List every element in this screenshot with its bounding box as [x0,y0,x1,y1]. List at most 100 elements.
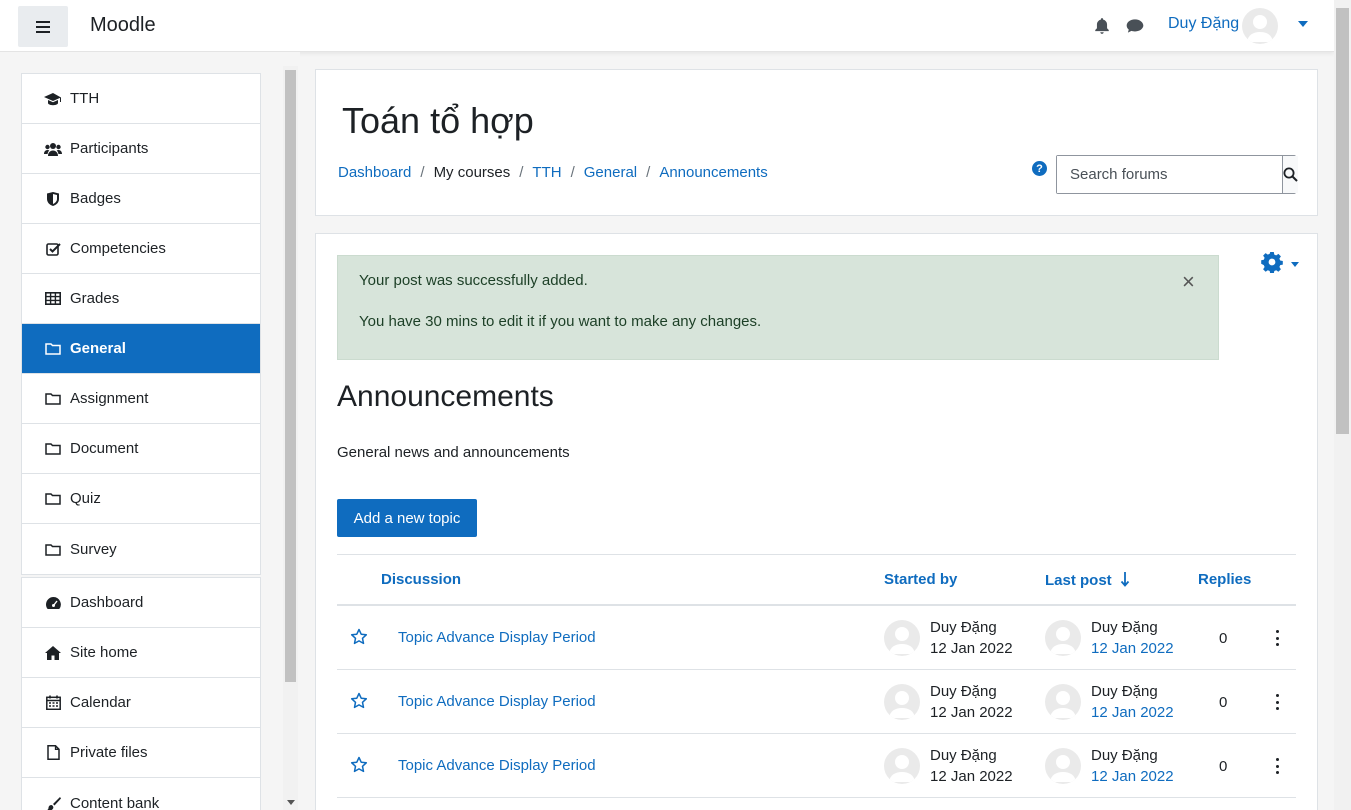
forum-intro: General news and announcements [337,444,570,461]
nav-item-participants[interactable]: Participants [22,124,260,174]
site-brand[interactable]: Moodle [90,14,156,37]
gear-icon[interactable] [1261,251,1283,273]
nav-item-label: Grades [70,290,120,307]
alert-close-button[interactable]: × [1182,271,1195,293]
default-user-icon [1247,15,1273,42]
nav-item-survey[interactable]: Survey [22,524,260,574]
search-button[interactable] [1282,156,1298,193]
breadcrumb-course[interactable]: TTH [532,164,561,181]
nav-item-competencies[interactable]: Competencies [22,224,260,274]
breadcrumb-separator: / [646,164,651,181]
start-date: 12 Jan 2022 [930,704,1013,721]
main-content-card: Your post was successfully added. You ha… [315,233,1318,810]
add-new-topic-button[interactable]: Add a new topic [337,499,477,537]
reply-count: 0 [1219,630,1228,647]
scroll-down-arrow-icon[interactable] [287,800,295,805]
last-poster-name: Duy Đặng [1091,619,1158,636]
folder-icon [44,391,62,407]
discussion-link[interactable]: Topic Advance Display Period [398,757,596,774]
user-avatar[interactable] [1242,8,1278,44]
notifications-bell-icon[interactable] [1093,17,1111,35]
nav-item-label: TTH [70,90,100,107]
starter-name: Duy Đặng [930,683,997,700]
search-forums-input[interactable] [1057,156,1282,193]
discussion-actions-menu[interactable] [1274,694,1280,710]
starter-avatar [884,620,920,656]
sort-started-by-header[interactable]: Started by [884,571,957,588]
folder-icon [44,491,62,507]
nav-item-tth[interactable]: TTH [22,74,260,124]
starter-name: Duy Đặng [930,619,997,636]
search-icon [1283,167,1298,182]
starter-avatar [884,748,920,784]
nav-item-site-home[interactable]: Site home [22,628,260,678]
last-poster-name: Duy Đặng [1091,683,1158,700]
nav-item-general[interactable]: General [22,324,260,374]
hamburger-icon [36,25,50,28]
breadcrumb-separator: / [570,164,575,181]
breadcrumb-forum[interactable]: Announcements [659,164,767,181]
last-post-date-link[interactable]: 12 Jan 2022 [1091,704,1174,721]
shield-icon [44,191,62,207]
breadcrumb-separator: / [420,164,425,181]
sort-arrow-down-icon [1120,572,1130,587]
nav-item-label: Dashboard [70,594,144,611]
default-user-icon [1050,691,1076,718]
last-post-date-link[interactable]: 12 Jan 2022 [1091,640,1174,657]
discussion-link[interactable]: Topic Advance Display Period [398,629,596,646]
help-icon[interactable]: ? [1032,161,1047,176]
window-scrollbar[interactable] [1334,0,1351,810]
drawer-scrollbar[interactable] [283,66,298,810]
nav-item-content-bank[interactable]: Content bank [22,778,260,810]
search-forums-form [1056,155,1298,194]
sort-replies-header[interactable]: Replies [1198,571,1251,588]
star-favourite-icon[interactable] [350,756,368,774]
sort-last-post-header[interactable]: Last post [1045,571,1130,589]
window-scrollbar-thumb[interactable] [1336,8,1349,434]
last-post-date-link[interactable]: 12 Jan 2022 [1091,768,1174,785]
drawer-scrollbar-thumb[interactable] [285,70,296,682]
file-icon [44,745,62,761]
calendar-icon [44,695,62,711]
breadcrumb-dashboard[interactable]: Dashboard [338,164,411,181]
table-header: Discussion Started by Last post Replies [337,554,1296,606]
course-nav-group: TTH Participants Badges Competencies Gra… [21,73,261,575]
nav-item-label: Badges [70,190,121,207]
page-header-card: Toán tổ hợp Dashboard / My courses / TTH… [315,69,1318,216]
top-navbar: Moodle Duy Đặng [0,0,1334,52]
breadcrumb-section[interactable]: General [584,164,637,181]
user-menu-name[interactable]: Duy Đặng [1168,15,1239,33]
star-favourite-icon[interactable] [350,628,368,646]
nav-item-grades[interactable]: Grades [22,274,260,324]
discussion-link[interactable]: Topic Advance Display Period [398,693,596,710]
nav-item-badges[interactable]: Badges [22,174,260,224]
nav-item-label: Quiz [70,490,101,507]
nav-item-quiz[interactable]: Quiz [22,474,260,524]
star-favourite-icon[interactable] [350,692,368,710]
users-icon [44,141,62,157]
nav-item-assignment[interactable]: Assignment [22,374,260,424]
default-user-icon [1050,627,1076,654]
discussion-actions-menu[interactable] [1274,758,1280,774]
table-row: Topic Advance Display Period Duy Đặng 12… [337,606,1296,670]
nav-item-private-files[interactable]: Private files [22,728,260,778]
drawer-toggle-button[interactable] [18,6,68,47]
nav-item-document[interactable]: Document [22,424,260,474]
messages-chat-icon[interactable] [1125,17,1145,35]
table-row: Topic Advance Display Period Duy Đặng 12… [337,734,1296,798]
default-user-icon [889,691,915,718]
default-user-icon [889,627,915,654]
last-poster-name: Duy Đặng [1091,747,1158,764]
discussion-actions-menu[interactable] [1274,630,1280,646]
user-menu-caret-icon[interactable] [1298,21,1308,27]
nav-item-calendar[interactable]: Calendar [22,678,260,728]
folder-icon [44,541,62,557]
sort-discussion-header[interactable]: Discussion [381,571,461,588]
start-date: 12 Jan 2022 [930,640,1013,657]
breadcrumb-my-courses: My courses [433,164,511,181]
gear-menu-caret-icon[interactable] [1291,262,1299,267]
success-alert: Your post was successfully added. You ha… [337,255,1219,360]
forum-title: Announcements [337,380,554,413]
nav-item-dashboard[interactable]: Dashboard [22,578,260,628]
nav-item-label: Content bank [70,794,160,810]
